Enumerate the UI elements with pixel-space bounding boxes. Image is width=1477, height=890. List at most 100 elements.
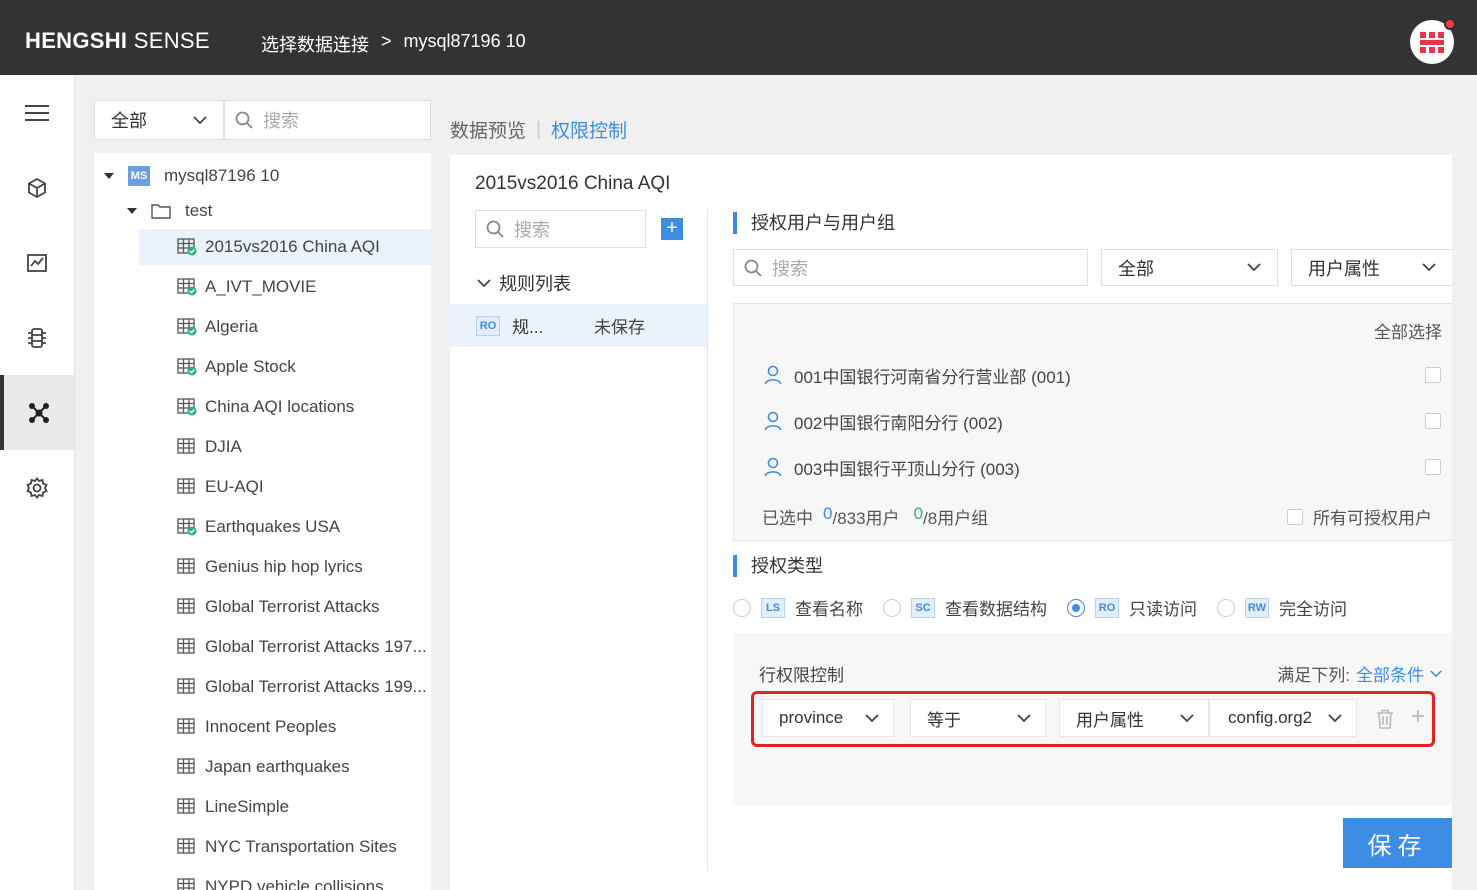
user-list-item[interactable]: 001中国银行河南省分行营业部 (001) <box>764 360 1071 390</box>
user-checkbox[interactable] <box>1425 459 1441 475</box>
nav-settings[interactable] <box>0 450 74 525</box>
nav-apps[interactable] <box>0 150 74 225</box>
menu-button[interactable] <box>0 75 74 150</box>
brand-logo[interactable]: HENGSHI SENSE <box>25 28 210 54</box>
expand-caret-icon[interactable] <box>127 208 137 214</box>
auth-option-ls[interactable]: LS 查看名称 <box>733 595 863 620</box>
auth-type-options: LS 查看名称 SC 查看数据结构 RO 只读访问 RW 完全访问 <box>733 595 1347 620</box>
tree-table-item[interactable]: EU-AQI <box>139 469 431 505</box>
all-authorizable-users[interactable]: 所有可授权用户 <box>1287 504 1432 529</box>
radio-button[interactable] <box>733 598 751 617</box>
auth-option-ro[interactable]: RO 只读访问 <box>1067 595 1197 620</box>
rule-status: 未保存 <box>594 318 645 337</box>
breadcrumb-select-connection[interactable]: 选择数据连接 <box>261 31 369 57</box>
rule-search-input[interactable]: 搜索 <box>475 210 646 248</box>
user-checkbox[interactable] <box>1425 367 1441 383</box>
tree-table-item[interactable]: DJIA <box>139 429 431 465</box>
tab-permission-control[interactable]: 权限控制 <box>551 116 627 143</box>
notification-dot <box>1444 18 1456 30</box>
user-list-item[interactable]: 003中国银行平顶山分行 (003) <box>764 452 1020 482</box>
user-attribute-value: 用户属性 <box>1308 258 1380 279</box>
field-dropdown[interactable]: province <box>762 699 894 737</box>
nav-datasets[interactable] <box>0 300 74 375</box>
rule-badge: RO <box>476 315 500 336</box>
dataset-icon <box>28 327 46 348</box>
auth-label: 查看数据结构 <box>945 600 1047 619</box>
tree-filter-select[interactable]: 全部 <box>94 100 224 140</box>
tree-table-item[interactable]: Global Terrorist Attacks 199... <box>139 669 431 705</box>
user-list-item[interactable]: 002中国银行南阳分行 (002) <box>764 406 1003 436</box>
users-selected-count: 0 <box>823 504 833 523</box>
tree-table-item[interactable]: NYC Transportation Sites <box>139 829 431 865</box>
trash-icon[interactable] <box>1376 709 1394 729</box>
nav-connections[interactable] <box>0 375 74 450</box>
tree-search-input[interactable]: 搜索 <box>224 100 431 140</box>
row-permission-label: 行权限控制 <box>759 666 844 685</box>
table-name: Global Terrorist Attacks 197... <box>205 637 427 656</box>
table-icon <box>177 798 195 814</box>
value-type-dropdown[interactable]: 用户属性 <box>1059 699 1209 737</box>
rule-item[interactable]: RO 规... 未保存 <box>450 304 707 347</box>
auth-badge: RW <box>1245 597 1269 618</box>
table-name: A_IVT_MOVIE <box>205 277 317 296</box>
all-users-checkbox[interactable] <box>1287 508 1303 525</box>
connection-name: mysql87196 10 <box>164 166 280 185</box>
tree-table-item[interactable]: Japan earthquakes <box>139 749 431 785</box>
nav-analysis[interactable] <box>0 225 74 300</box>
tree-table-item[interactable]: Genius hip hop lyrics <box>139 549 431 585</box>
settings-icon <box>26 476 48 499</box>
save-button[interactable]: 保存 <box>1343 818 1452 868</box>
tab-data-preview[interactable]: 数据预览 <box>450 116 526 143</box>
table-secured-icon <box>177 358 197 376</box>
radio-button[interactable] <box>1067 598 1085 617</box>
tree-table-item[interactable]: NYPD vehicle collisions <box>139 869 431 890</box>
breadcrumb: 选择数据连接 > mysql87196 10 <box>261 31 526 57</box>
expand-caret-icon[interactable] <box>104 173 114 179</box>
value-type-value: 用户属性 <box>1076 710 1144 730</box>
tree-table-item[interactable]: Apple Stock <box>139 349 431 385</box>
operator-dropdown[interactable]: 等于 <box>910 699 1046 737</box>
folder-name: test <box>185 201 213 220</box>
tree-filter-value: 全部 <box>111 111 147 131</box>
add-condition-icon[interactable]: + <box>1411 703 1425 731</box>
user-attribute-dropdown[interactable]: 用户属性 <box>1291 249 1452 286</box>
tree-folder-node[interactable]: test <box>127 193 212 229</box>
add-rule-button[interactable]: + <box>661 218 683 240</box>
tree-table-item[interactable]: Algeria <box>139 309 431 345</box>
tree-connection-node[interactable]: MS mysql87196 10 <box>104 158 279 194</box>
permission-panel: 2015vs2016 China AQI 搜索 + 规则列表 RO 规... 未… <box>450 155 1452 890</box>
table-secured-icon <box>177 238 197 256</box>
tree-table-item[interactable]: Innocent Peoples <box>139 709 431 745</box>
auth-badge: RO <box>1095 597 1119 618</box>
user-checkbox[interactable] <box>1425 413 1441 429</box>
user-type-dropdown[interactable]: 全部 <box>1101 249 1278 286</box>
value-dropdown[interactable]: config.org2 <box>1209 699 1357 737</box>
tree-table-item[interactable]: Global Terrorist Attacks 197... <box>139 629 431 665</box>
rule-list-header[interactable]: 规则列表 <box>477 270 571 296</box>
auth-label: 只读访问 <box>1129 600 1197 619</box>
groups-total: /8用户组 <box>923 509 989 528</box>
select-all-link[interactable]: 全部选择 <box>1374 318 1442 343</box>
table-name: DJIA <box>205 437 242 456</box>
users-section-title: 授权用户与用户组 <box>733 212 895 234</box>
user-icon <box>764 365 782 385</box>
auth-option-rw[interactable]: RW 完全访问 <box>1217 595 1347 620</box>
condition-selector[interactable]: 满足下列: 全部条件 <box>1277 661 1442 686</box>
tree-table-item[interactable]: Earthquakes USA <box>139 509 431 545</box>
radio-button[interactable] <box>1217 598 1235 617</box>
folder-icon <box>151 204 171 219</box>
main-tabs: 数据预览 | 权限控制 <box>450 116 627 143</box>
tree-table-item[interactable]: China AQI locations <box>139 389 431 425</box>
top-header: HENGSHI SENSE 选择数据连接 > mysql87196 10 <box>0 0 1477 75</box>
tree-table-item[interactable]: Global Terrorist Attacks <box>139 589 431 625</box>
table-icon <box>177 638 195 654</box>
tree-table-item[interactable]: 2015vs2016 China AQI <box>139 229 431 265</box>
tree-table-item[interactable]: A_IVT_MOVIE <box>139 269 431 305</box>
tree-table-item[interactable]: LineSimple <box>139 789 431 825</box>
auth-option-sc[interactable]: SC 查看数据结构 <box>883 595 1047 620</box>
avatar[interactable] <box>1410 18 1456 64</box>
mysql-badge: MS <box>128 166 150 186</box>
user-search-input[interactable]: 搜索 <box>733 249 1088 286</box>
row-permission-box: 行权限控制 满足下列: 全部条件 province 等于 用户属性 config… <box>733 633 1452 805</box>
radio-button[interactable] <box>883 598 901 617</box>
